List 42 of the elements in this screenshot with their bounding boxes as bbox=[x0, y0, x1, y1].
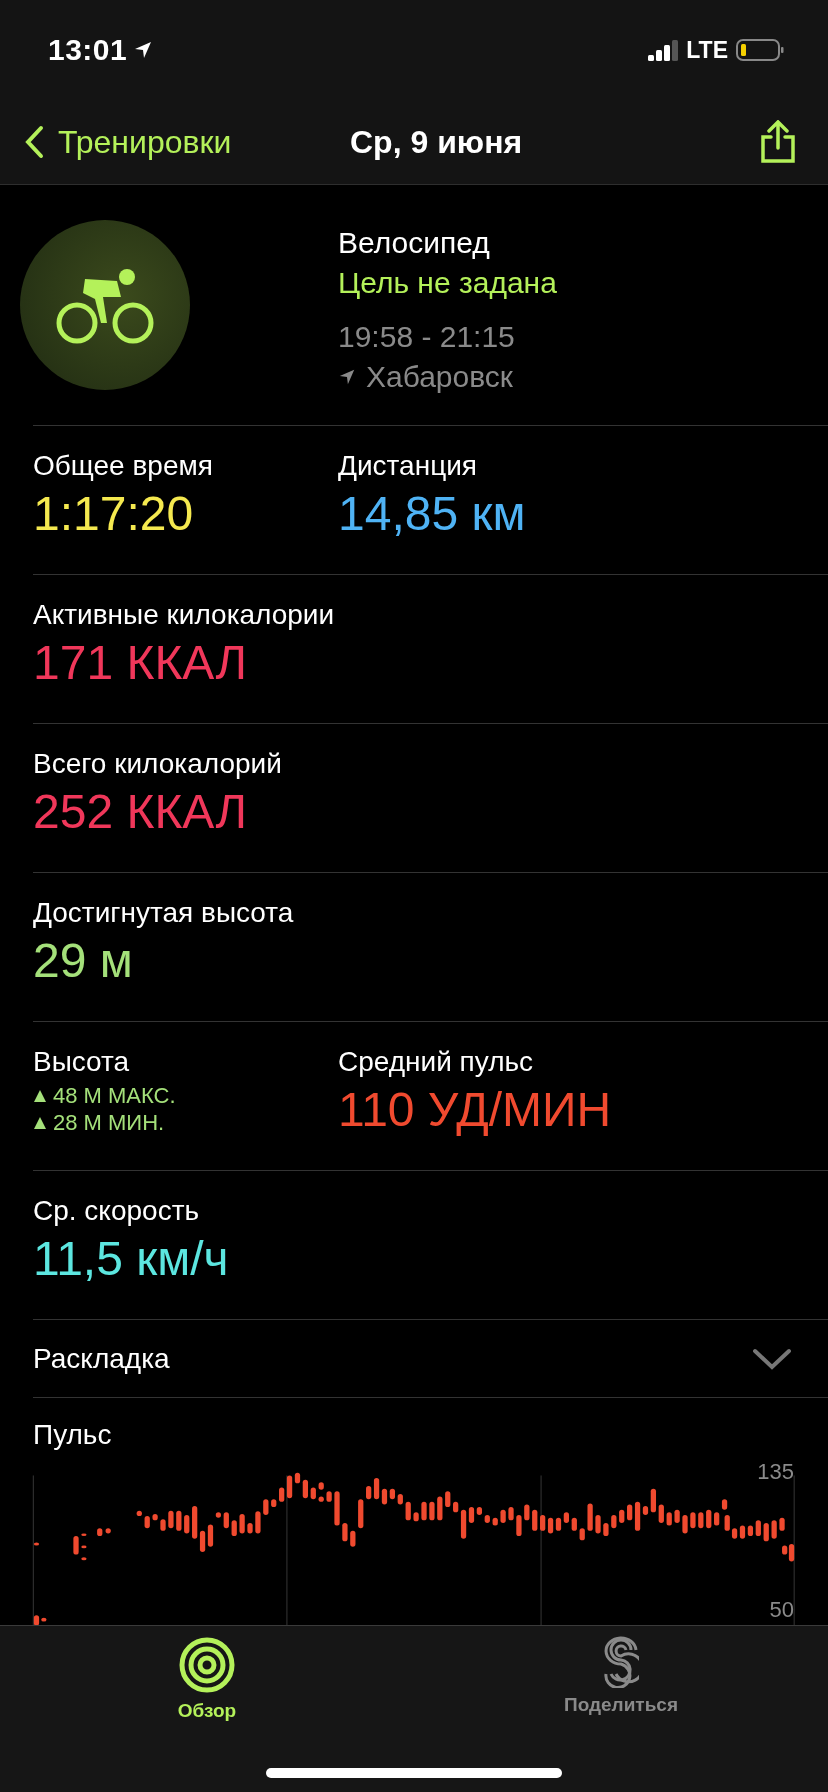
axis-tick: 50 bbox=[769, 1597, 794, 1623]
rings-icon bbox=[178, 1636, 236, 1694]
altitude-max: 48 М МАКС. bbox=[33, 1082, 176, 1109]
location-arrow-icon bbox=[338, 368, 356, 386]
metric-label: Общее время bbox=[33, 449, 213, 483]
metric-label: Активные килокалории bbox=[33, 598, 335, 632]
workout-time-range: 19:58 - 21:15 bbox=[338, 319, 516, 355]
metric-label: Ср. скорость bbox=[33, 1194, 200, 1228]
location-arrow-icon bbox=[133, 40, 154, 60]
metric-value: 29 м bbox=[33, 933, 133, 989]
metric-value: 110 УД/МИН bbox=[338, 1082, 612, 1138]
metric-label: Средний пульс bbox=[338, 1045, 534, 1079]
back-button[interactable]: Тренировки bbox=[24, 123, 324, 161]
workout-name: Велосипед bbox=[338, 225, 491, 261]
workout-location: Хабаровск bbox=[366, 359, 513, 395]
tab-button[interactable]: Обзор bbox=[177, 1636, 237, 1722]
signal-icon bbox=[648, 39, 679, 61]
splits-label: Раскладка bbox=[33, 1341, 170, 1376]
share-icon[interactable] bbox=[758, 120, 798, 164]
chart-title: Пульс bbox=[33, 1419, 112, 1451]
battery-icon bbox=[736, 38, 784, 62]
triangle-icon bbox=[33, 1088, 47, 1103]
metric-label: Высота bbox=[33, 1045, 130, 1079]
metric-value: 1:17:20 bbox=[33, 486, 194, 542]
triangle-icon bbox=[33, 1115, 47, 1130]
nav-title: Ср, 9 июня bbox=[350, 123, 524, 161]
axis-tick: 135 bbox=[757, 1459, 794, 1485]
metric-value: 252 ККАЛ bbox=[33, 784, 247, 840]
altitude-min: 28 М МИН. bbox=[33, 1109, 165, 1136]
metric-label: Достигнутая высота bbox=[33, 896, 294, 930]
linked-loops-icon bbox=[603, 1636, 639, 1688]
metric-label: Всего килокалорий bbox=[33, 747, 282, 781]
metric-value: 14,85 км bbox=[338, 486, 526, 542]
metric-value: 171 ККАЛ bbox=[33, 635, 247, 691]
back-chevron-icon bbox=[24, 125, 44, 159]
tab-button[interactable]: Поделиться bbox=[564, 1636, 678, 1716]
metric-value: 11,5 км/ч bbox=[33, 1231, 229, 1287]
workout-goal: Цель не задана bbox=[338, 265, 557, 301]
network-type: LTE bbox=[686, 36, 728, 64]
metric-label: Дистанция bbox=[338, 449, 477, 483]
splits-row[interactable]: Раскладка bbox=[33, 1319, 828, 1397]
status-time: 13:01 bbox=[48, 33, 128, 67]
